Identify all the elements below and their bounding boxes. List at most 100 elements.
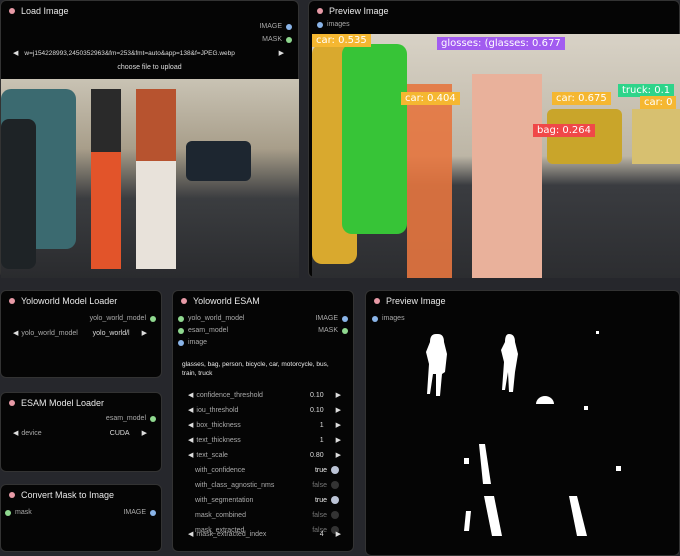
widget-value: 0.10 bbox=[309, 406, 324, 414]
toggle-knob-icon[interactable] bbox=[331, 511, 339, 519]
collapse-dot-icon[interactable] bbox=[374, 298, 380, 304]
widget-value: 4 bbox=[319, 530, 324, 538]
output-image[interactable]: IMAGE bbox=[259, 23, 292, 30]
right-arrow-icon[interactable]: ▶ bbox=[336, 451, 341, 459]
right-arrow-icon[interactable]: ▶ bbox=[142, 429, 147, 437]
left-arrow-icon[interactable]: ◀ bbox=[188, 406, 193, 414]
collapse-dot-icon[interactable] bbox=[317, 8, 323, 14]
left-arrow-icon[interactable]: ◀ bbox=[188, 451, 193, 459]
right-arrow-icon[interactable]: ▶ bbox=[336, 530, 341, 538]
output-image[interactable]: IMAGE bbox=[123, 509, 156, 516]
number-widget[interactable]: ◀ box_thickness 1 ▶ bbox=[188, 421, 341, 430]
input-label: images bbox=[327, 21, 350, 28]
right-arrow-icon[interactable]: ▶ bbox=[336, 421, 341, 429]
upload-button[interactable]: choose file to upload bbox=[1, 64, 298, 71]
node-title: ESAM Model Loader bbox=[9, 398, 104, 408]
input-slot-icon[interactable] bbox=[317, 21, 323, 28]
output-esam-model[interactable]: esam_model bbox=[106, 415, 156, 422]
output-mask[interactable]: MASK bbox=[318, 327, 348, 334]
output-slot-icon[interactable] bbox=[286, 23, 292, 30]
left-arrow-icon[interactable]: ◀ bbox=[13, 329, 18, 337]
toggle-widget[interactable]: with_confidence true bbox=[195, 466, 339, 474]
esam-model-loader-node[interactable]: ESAM Model Loader esam_model ◀ device CUDA… bbox=[0, 392, 162, 472]
yoloworld-model-loader-node[interactable]: Yoloworld Model Loader yolo_world_model … bbox=[0, 290, 162, 378]
number-widget[interactable]: ◀ text_scale 0.80 ▶ bbox=[188, 451, 341, 460]
input-label: mask bbox=[15, 509, 32, 516]
toggle-knob-icon[interactable] bbox=[331, 481, 339, 489]
input-esam-model[interactable]: esam_model bbox=[178, 327, 228, 334]
input-images[interactable]: images bbox=[372, 315, 405, 322]
preview-image-mask-node[interactable]: Preview Image images bbox=[365, 290, 680, 556]
number-widget[interactable]: ◀ confidence_threshold 0.10 ▶ bbox=[188, 391, 341, 400]
detection-label: car: 0 bbox=[640, 96, 677, 109]
toggle-knob-icon[interactable] bbox=[331, 496, 339, 504]
left-arrow-icon[interactable]: ◀ bbox=[188, 530, 193, 538]
title-text: Preview Image bbox=[386, 296, 446, 306]
title-text: ESAM Model Loader bbox=[21, 398, 105, 408]
input-slot-icon[interactable] bbox=[178, 315, 184, 322]
left-arrow-icon[interactable]: ◀ bbox=[188, 421, 193, 429]
input-slot-icon[interactable] bbox=[372, 315, 378, 322]
output-slot-icon[interactable] bbox=[286, 36, 292, 43]
widget-value: 0.10 bbox=[309, 391, 324, 399]
widget-label: box_thickness bbox=[196, 421, 241, 429]
left-arrow-icon[interactable]: ◀ bbox=[188, 436, 193, 444]
output-slot-icon[interactable] bbox=[342, 315, 348, 322]
toggle-widget[interactable]: with_segmentation true bbox=[195, 496, 339, 504]
input-mask[interactable]: mask bbox=[5, 509, 32, 516]
widget-value: 0.80 bbox=[309, 451, 324, 459]
toggle-widget[interactable]: mask_combined false bbox=[195, 511, 339, 519]
left-arrow-icon[interactable]: ◀ bbox=[13, 49, 18, 57]
input-image[interactable]: image bbox=[178, 339, 207, 346]
widget-label: with_confidence bbox=[195, 466, 246, 474]
right-arrow-icon[interactable]: ▶ bbox=[279, 49, 284, 57]
output-slot-icon[interactable] bbox=[150, 509, 156, 516]
output-slot-icon[interactable] bbox=[342, 327, 348, 334]
preview-image-node[interactable]: Preview Image images car: 0.535 glosses:… bbox=[308, 0, 680, 278]
input-yolo-world-model[interactable]: yolo_world_model bbox=[178, 315, 244, 322]
detection-label: car: 0.404 bbox=[401, 92, 460, 105]
input-label: image bbox=[188, 339, 208, 346]
output-label: MASK bbox=[318, 327, 338, 334]
title-text: Preview Image bbox=[329, 6, 389, 16]
left-arrow-icon[interactable]: ◀ bbox=[188, 391, 193, 399]
mask-extracted-index-widget[interactable]: ◀ mask_extracted_index 4 ▶ bbox=[188, 530, 341, 539]
right-arrow-icon[interactable]: ▶ bbox=[336, 406, 341, 414]
widget-label: with_class_agnostic_nms bbox=[195, 481, 275, 489]
widget-value: 1 bbox=[319, 421, 324, 429]
device-selector[interactable]: ◀ device CUDA ▶ bbox=[13, 429, 147, 438]
detection-label: car: 0.675 bbox=[552, 92, 611, 105]
output-mask[interactable]: MASK bbox=[262, 36, 292, 43]
collapse-dot-icon[interactable] bbox=[181, 298, 187, 304]
output-yolo-world-model[interactable]: yolo_world_model bbox=[90, 315, 156, 322]
node-title: Convert Mask to Image bbox=[9, 490, 114, 500]
right-arrow-icon[interactable]: ▶ bbox=[336, 436, 341, 444]
input-slot-icon[interactable] bbox=[178, 327, 184, 334]
image-file-selector[interactable]: ◀ w=j154228993,2450352963&fm=253&fmt=auto… bbox=[13, 49, 284, 58]
number-widget[interactable]: ◀ iou_threshold 0.10 ▶ bbox=[188, 406, 341, 415]
collapse-dot-icon[interactable] bbox=[9, 298, 15, 304]
categories-textarea[interactable]: glasses, bag, person, bicycle, car, moto… bbox=[182, 360, 339, 378]
input-slot-icon[interactable] bbox=[5, 509, 11, 516]
left-arrow-icon[interactable]: ◀ bbox=[13, 429, 18, 437]
convert-mask-to-image-node[interactable]: Convert Mask to Image mask IMAGE bbox=[0, 484, 162, 552]
load-image-node[interactable]: Load Image IMAGE MASK ◀ w=j154228993,2450… bbox=[0, 0, 299, 278]
collapse-dot-icon[interactable] bbox=[9, 492, 15, 498]
right-arrow-icon[interactable]: ▶ bbox=[142, 329, 147, 337]
collapse-dot-icon[interactable] bbox=[9, 400, 15, 406]
toggle-widget[interactable]: with_class_agnostic_nms false bbox=[195, 481, 339, 489]
number-widget[interactable]: ◀ text_thickness 1 ▶ bbox=[188, 436, 341, 445]
output-slot-icon[interactable] bbox=[150, 315, 156, 322]
right-arrow-icon[interactable]: ▶ bbox=[336, 391, 341, 399]
input-images[interactable]: images bbox=[317, 21, 350, 28]
yoloworld-esam-node[interactable]: Yoloworld ESAM yolo_world_model esam_mod… bbox=[172, 290, 354, 552]
node-title: Preview Image bbox=[374, 296, 446, 306]
collapse-dot-icon[interactable] bbox=[9, 8, 15, 14]
output-image[interactable]: IMAGE bbox=[315, 315, 348, 322]
toggle-knob-icon[interactable] bbox=[331, 466, 339, 474]
input-slot-icon[interactable] bbox=[178, 339, 184, 346]
output-slot-icon[interactable] bbox=[150, 415, 156, 422]
input-label: yolo_world_model bbox=[188, 315, 245, 322]
input-label: esam_model bbox=[188, 327, 229, 334]
yolo-world-model-selector[interactable]: ◀ yolo_world_model yolo_world/l ▶ bbox=[13, 329, 147, 338]
